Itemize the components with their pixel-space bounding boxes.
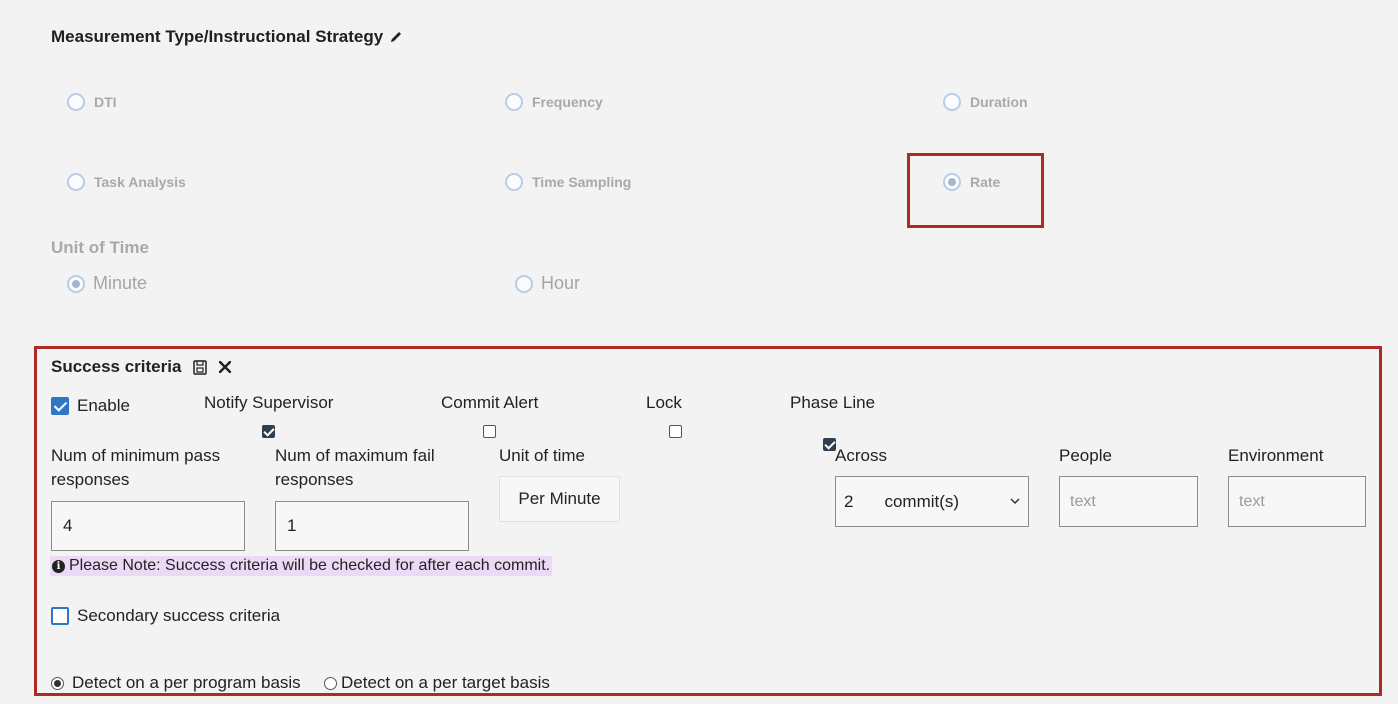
success-note: i Please Note: Success criteria will be … xyxy=(50,556,553,576)
dti-label: DTI xyxy=(94,94,117,110)
option-minute[interactable]: Minute xyxy=(67,273,147,294)
option-hour[interactable]: Hour xyxy=(515,273,580,294)
people-placeholder: text xyxy=(1070,492,1096,510)
phase-line-label: Phase Line xyxy=(790,393,876,412)
option-frequency[interactable]: Frequency xyxy=(505,93,603,111)
min-pass-value: 4 xyxy=(63,516,73,535)
people-label: People xyxy=(1059,446,1112,465)
across-unit: commit(s) xyxy=(884,491,960,511)
hour-label: Hour xyxy=(541,273,581,293)
success-criteria-header: Success criteria xyxy=(51,357,232,377)
unit-of-time-label: Unit of time xyxy=(499,446,585,465)
measurement-section-title: Measurement Type/Instructional Strategy xyxy=(51,27,403,47)
success-note-text: Please Note: Success criteria will be ch… xyxy=(69,557,551,574)
chevron-down-icon xyxy=(1010,498,1020,505)
per-minute-button[interactable]: Per Minute xyxy=(499,476,620,522)
close-icon[interactable] xyxy=(219,361,232,373)
min-pass-label-line2: responses xyxy=(51,470,130,489)
max-fail-label-line2: responses xyxy=(275,470,354,489)
enable-checkbox[interactable] xyxy=(51,397,69,415)
measurement-title-text: Measurement Type/Instructional Strategy xyxy=(51,27,384,46)
hour-radio[interactable] xyxy=(515,274,533,293)
option-rate[interactable]: Rate xyxy=(943,173,1000,191)
environment-input[interactable]: text xyxy=(1228,476,1366,527)
task-analysis-label: Task Analysis xyxy=(94,174,186,190)
environment-placeholder: text xyxy=(1239,492,1265,510)
lock-checkbox[interactable] xyxy=(669,425,682,438)
pencil-icon[interactable] xyxy=(389,30,403,44)
min-pass-label: Num of minimum pass responses xyxy=(51,444,220,492)
notify-supervisor-label: Notify Supervisor xyxy=(204,393,334,412)
time-sampling-label: Time Sampling xyxy=(532,174,632,190)
detect-program-label: Detect on a per program basis xyxy=(72,673,301,692)
notify-supervisor-checkbox[interactable] xyxy=(262,425,275,438)
rate-radio[interactable] xyxy=(943,173,961,191)
duration-label: Duration xyxy=(970,94,1028,110)
frequency-label: Frequency xyxy=(532,94,603,110)
minute-label: Minute xyxy=(93,273,148,293)
option-time-sampling[interactable]: Time Sampling xyxy=(505,173,631,191)
detect-program-radio[interactable] xyxy=(51,676,64,690)
lock-label: Lock xyxy=(646,393,682,412)
across-value: 2 xyxy=(844,491,854,511)
detect-target-option[interactable]: Detect on a per target basis xyxy=(324,671,550,695)
rate-label: Rate xyxy=(970,174,1001,190)
detect-program-option[interactable]: Detect on a per program basis xyxy=(51,671,301,695)
people-input[interactable]: text xyxy=(1059,476,1198,527)
across-select[interactable]: 2 commit(s) xyxy=(835,476,1029,527)
across-select-text: 2 commit(s) xyxy=(844,492,959,512)
enable-control[interactable]: Enable xyxy=(51,394,130,418)
secondary-criteria-label: Secondary success criteria xyxy=(77,606,281,625)
detect-target-label: Detect on a per target basis xyxy=(341,673,550,692)
unit-of-time-title: Unit of Time xyxy=(51,238,149,257)
min-pass-input[interactable]: 4 xyxy=(51,501,245,551)
minute-radio[interactable] xyxy=(67,274,85,293)
per-minute-label: Per Minute xyxy=(518,489,601,508)
max-fail-value: 1 xyxy=(287,516,297,535)
secondary-criteria-checkbox[interactable] xyxy=(51,607,69,625)
option-task-analysis[interactable]: Task Analysis xyxy=(67,173,186,191)
time-sampling-radio[interactable] xyxy=(505,173,523,191)
dti-radio[interactable] xyxy=(67,93,85,111)
success-criteria-title: Success criteria xyxy=(51,357,182,376)
info-icon: i xyxy=(52,559,65,573)
max-fail-input[interactable]: 1 xyxy=(275,501,469,551)
max-fail-label: Num of maximum fail responses xyxy=(275,444,435,492)
commit-alert-label: Commit Alert xyxy=(441,393,539,412)
detect-target-radio[interactable] xyxy=(324,676,337,690)
frequency-radio[interactable] xyxy=(505,93,523,111)
duration-radio[interactable] xyxy=(943,93,961,111)
task-analysis-radio[interactable] xyxy=(67,173,85,191)
across-label: Across xyxy=(835,446,887,465)
save-icon[interactable] xyxy=(193,359,208,375)
option-dti[interactable]: DTI xyxy=(67,93,117,111)
environment-label: Environment xyxy=(1228,446,1324,465)
option-duration[interactable]: Duration xyxy=(943,93,1028,111)
commit-alert-checkbox[interactable] xyxy=(483,425,496,438)
min-pass-label-line1: Num of minimum pass xyxy=(51,446,221,465)
secondary-criteria-control[interactable]: Secondary success criteria xyxy=(51,604,280,628)
enable-label: Enable xyxy=(77,396,130,415)
max-fail-label-line1: Num of maximum fail xyxy=(275,446,435,465)
